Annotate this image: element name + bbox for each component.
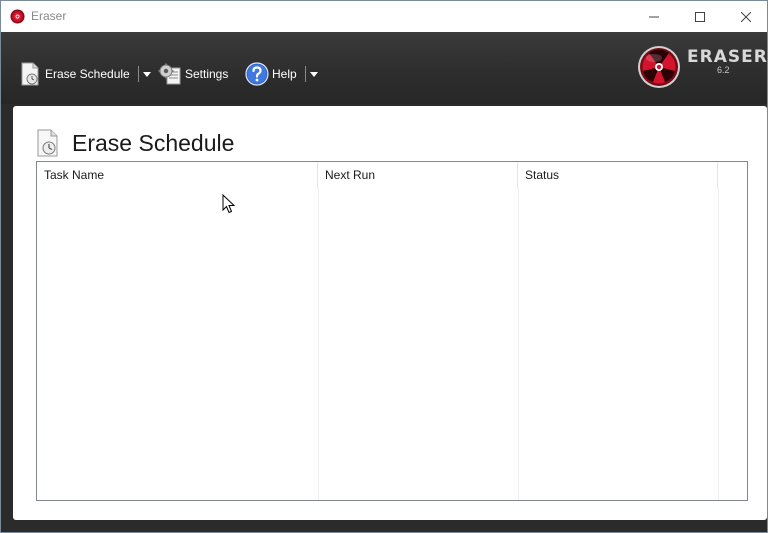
brand-version: 6.2 bbox=[717, 65, 730, 75]
close-icon bbox=[741, 11, 751, 22]
column-header-task-name[interactable]: Task Name bbox=[37, 162, 318, 188]
title-bar[interactable]: Eraser bbox=[1, 1, 767, 32]
toolbar-separator bbox=[304, 66, 306, 82]
settings-button[interactable]: Settings bbox=[158, 60, 228, 88]
erase-schedule-dropdown-icon[interactable] bbox=[142, 71, 151, 77]
toolbar-separator bbox=[137, 66, 139, 82]
window-title: Eraser bbox=[31, 9, 67, 23]
help-dropdown-icon[interactable] bbox=[309, 71, 318, 77]
column-header-next-run[interactable]: Next Run bbox=[318, 162, 518, 188]
minimize-button[interactable] bbox=[631, 1, 677, 32]
erase-schedule-label: Erase Schedule bbox=[45, 67, 130, 81]
mouse-cursor-icon bbox=[222, 194, 236, 214]
column-divider bbox=[518, 188, 519, 500]
close-button[interactable] bbox=[723, 1, 768, 32]
app-window: Eraser Erase Schedule Settings Help ERAS… bbox=[0, 0, 768, 533]
schedule-document-icon bbox=[37, 129, 58, 157]
column-divider bbox=[318, 188, 319, 500]
settings-label: Settings bbox=[185, 67, 229, 81]
schedule-document-icon bbox=[21, 62, 39, 86]
help-label: Help bbox=[272, 67, 297, 81]
main-panel: Erase Schedule Task Name Next Run Status bbox=[13, 106, 767, 520]
toolbar: Erase Schedule Settings Help ERASER 6.2 bbox=[1, 32, 767, 104]
column-header-status[interactable]: Status bbox=[518, 162, 718, 188]
erase-schedule-button[interactable]: Erase Schedule bbox=[18, 60, 151, 88]
maximize-icon bbox=[695, 11, 705, 22]
page-header: Erase Schedule bbox=[35, 128, 234, 158]
task-list[interactable]: Task Name Next Run Status bbox=[36, 161, 748, 501]
help-button[interactable]: Help bbox=[245, 60, 318, 88]
settings-gear-icon bbox=[158, 63, 181, 85]
minimize-icon bbox=[649, 16, 659, 17]
maximize-button[interactable] bbox=[677, 1, 723, 32]
brand-name: ERASER bbox=[687, 47, 768, 67]
page-title: Erase Schedule bbox=[72, 129, 235, 156]
eraser-app-icon bbox=[10, 9, 25, 24]
column-divider bbox=[718, 188, 719, 500]
eraser-logo-icon bbox=[638, 46, 680, 88]
help-question-icon bbox=[245, 62, 269, 86]
